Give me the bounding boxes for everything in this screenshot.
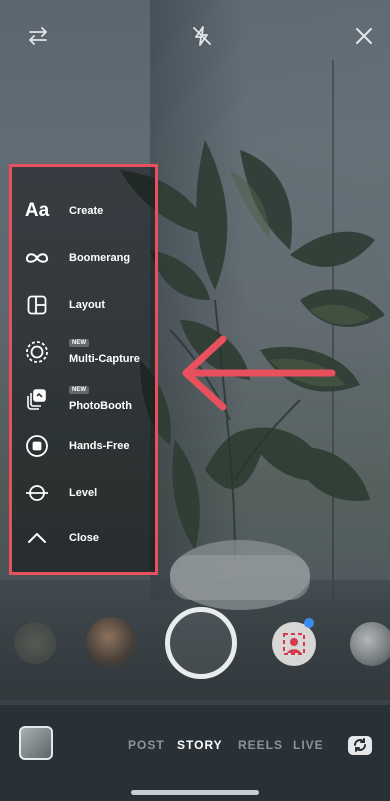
photo-stack-icon <box>22 384 52 414</box>
mode-tab-post[interactable]: POST <box>128 738 165 752</box>
level-line-icon <box>22 478 52 508</box>
selected-dot <box>304 618 314 628</box>
bottom-mode-bar <box>0 705 390 801</box>
menu-item-boomerang[interactable]: Boomerang <box>12 239 157 277</box>
flash-off-icon[interactable] <box>188 22 216 50</box>
effect-thumbnail[interactable] <box>14 622 56 664</box>
new-badge: NEW <box>69 339 89 347</box>
face-effect-icon <box>283 633 305 655</box>
switch-camera-icon[interactable] <box>346 731 374 759</box>
text-aa-icon: Aa <box>24 200 50 221</box>
chevron-up-icon <box>22 523 52 553</box>
menu-item-close[interactable]: Close <box>12 519 157 557</box>
menu-item-label: Layout <box>69 299 106 311</box>
record-circle-icon <box>22 431 52 461</box>
effect-thumbnail[interactable] <box>350 622 390 666</box>
camera-tools-menu: Aa Create Boomerang Layout NEW Multi-Cap… <box>9 164 158 575</box>
menu-item-hands-free[interactable]: Hands-Free <box>12 427 157 465</box>
effect-thumbnail[interactable] <box>86 617 136 667</box>
menu-item-level[interactable]: Level <box>12 474 157 512</box>
menu-item-label: Close <box>69 532 99 544</box>
gallery-thumbnail[interactable] <box>19 726 53 760</box>
menu-item-label: Create <box>69 205 104 217</box>
home-indicator <box>131 790 259 795</box>
infinity-icon <box>22 243 52 273</box>
menu-item-label: Hands-Free <box>69 440 130 452</box>
shutter-button[interactable] <box>165 607 237 679</box>
mode-tab-reels[interactable]: REELS <box>238 738 283 752</box>
camera-viewfinder: Aa Create Boomerang Layout NEW Multi-Cap… <box>0 0 390 801</box>
menu-item-create[interactable]: Aa Create <box>12 192 157 230</box>
effect-thumbnail-selected[interactable] <box>272 622 316 666</box>
menu-item-label: Level <box>69 487 98 499</box>
menu-item-photobooth[interactable]: NEW PhotoBooth <box>12 380 157 418</box>
menu-item-layout[interactable]: Layout <box>12 286 157 324</box>
menu-item-multi-capture[interactable]: NEW Multi-Capture <box>12 333 157 371</box>
flip-camera-arrows-icon[interactable] <box>24 22 52 50</box>
menu-item-label: Boomerang <box>69 252 131 264</box>
annotation-arrow-icon <box>182 335 336 411</box>
menu-item-label: Multi-Capture <box>69 353 140 365</box>
new-badge: NEW <box>69 386 89 394</box>
dotted-circle-icon <box>22 337 52 367</box>
mode-tab-live[interactable]: LIVE <box>293 738 324 752</box>
layout-grid-icon <box>22 290 52 320</box>
mode-tab-story[interactable]: STORY <box>177 738 223 752</box>
close-icon[interactable] <box>350 22 378 50</box>
menu-item-label: PhotoBooth <box>69 400 132 412</box>
